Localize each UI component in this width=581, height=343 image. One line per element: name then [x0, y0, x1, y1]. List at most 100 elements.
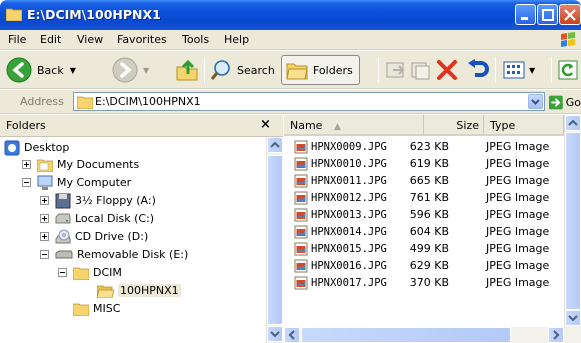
chevron-down-icon[interactable]: ▼ [529, 66, 535, 75]
file-row[interactable]: HPNX0017.JPG 370 KB JPEG Image [284, 275, 564, 291]
folders-pane-header: Folders × [0, 115, 283, 137]
close-icon [564, 9, 576, 21]
expand-toggle[interactable] [40, 196, 49, 205]
column-header-type[interactable]: Type [484, 115, 564, 136]
back-button[interactable]: Back ▼ [6, 54, 76, 86]
sort-ascending-icon: ▲ [333, 122, 341, 132]
hard-disk-icon [55, 213, 71, 223]
address-value: E:\DCIM\100HPNX1 [95, 95, 201, 108]
refresh-button[interactable] [558, 54, 578, 86]
collapse-toggle[interactable] [22, 178, 31, 187]
files-horizontal-scrollbar[interactable] [284, 327, 581, 343]
address-label: Address [20, 95, 64, 108]
file-row[interactable]: HPNX0010.JPG 619 KB JPEG Image [284, 156, 564, 172]
menu-edit[interactable]: Edit [40, 33, 61, 46]
move-to-button[interactable] [385, 54, 407, 86]
tree-item-my-computer[interactable]: My Computer [37, 174, 131, 191]
tree-item-100hpnx1[interactable]: 100HPNX1 [97, 282, 181, 299]
tree-label: My Computer [57, 176, 132, 189]
scroll-thumb[interactable] [267, 155, 283, 325]
tree-item-removable-disk[interactable]: Removable Disk (E:) [55, 246, 188, 263]
file-row[interactable]: HPNX0012.JPG 761 KB JPEG Image [284, 190, 564, 206]
file-size: 370 KB [409, 276, 449, 289]
scroll-left-button[interactable] [284, 327, 300, 343]
tree-item-cd-drive[interactable]: CD Drive (D:) [55, 228, 148, 245]
menu-view[interactable]: View [77, 33, 103, 46]
file-size: 604 KB [409, 225, 449, 238]
scroll-up-button[interactable] [565, 115, 581, 131]
expand-toggle[interactable] [40, 232, 49, 241]
maximize-button[interactable] [537, 4, 558, 25]
file-name-cell: HPNX0014.JPG [294, 225, 387, 239]
chevron-down-icon [531, 99, 540, 105]
scroll-up-button[interactable] [267, 137, 283, 153]
file-name: HPNX0016.JPG [311, 260, 387, 272]
address-dropdown-button[interactable] [528, 94, 543, 109]
chevron-down-icon[interactable]: ▼ [143, 66, 149, 75]
address-input[interactable]: E:\DCIM\100HPNX1 [73, 92, 545, 111]
scroll-thumb[interactable] [565, 132, 581, 310]
column-header-name[interactable]: Name ▲ [284, 115, 424, 136]
up-folder-button[interactable] [175, 54, 199, 86]
title-bar[interactable]: E:\DCIM\100HPNX1 [0, 0, 581, 30]
forward-button[interactable]: ▼ [112, 54, 149, 86]
address-bar: Address E:\DCIM\100HPNX1 Go [0, 90, 581, 114]
close-button[interactable] [559, 4, 581, 25]
collapse-toggle[interactable] [58, 268, 67, 277]
tree-item-misc[interactable]: MISC [73, 300, 120, 317]
file-row[interactable]: HPNX0016.JPG 629 KB JPEG Image [284, 258, 564, 274]
files-vertical-scrollbar[interactable] [564, 115, 581, 327]
tree-item-local-disk[interactable]: Local Disk (C:) [55, 210, 154, 227]
window-title: E:\DCIM\100HPNX1 [27, 7, 161, 22]
jpeg-file-icon [294, 140, 308, 154]
scroll-right-button[interactable] [548, 327, 564, 343]
removable-disk-icon [55, 250, 73, 258]
expand-toggle[interactable] [22, 160, 31, 169]
file-row[interactable]: HPNX0013.JPG 596 KB JPEG Image [284, 207, 564, 223]
menu-tools[interactable]: Tools [182, 33, 209, 46]
views-button[interactable]: ▼ [503, 54, 535, 86]
copy-to-icon [411, 62, 430, 80]
tree-item-dcim[interactable]: DCIM [73, 264, 122, 281]
jpeg-file-icon [294, 259, 308, 273]
collapse-toggle[interactable] [40, 250, 49, 259]
tree-item-my-documents[interactable]: My Documents [37, 156, 139, 173]
folder-icon [73, 267, 89, 280]
file-row[interactable]: HPNX0009.JPG 623 KB JPEG Image [284, 139, 564, 155]
scroll-thumb[interactable] [301, 327, 511, 343]
file-size: 619 KB [409, 157, 449, 170]
expand-toggle[interactable] [40, 214, 49, 223]
search-button[interactable]: Search [210, 54, 275, 86]
delete-button[interactable] [436, 54, 458, 86]
scroll-down-button[interactable] [267, 326, 283, 342]
column-header-size[interactable]: Size [424, 115, 484, 136]
file-row[interactable]: HPNX0015.JPG 499 KB JPEG Image [284, 241, 564, 257]
minimize-button[interactable] [515, 4, 536, 25]
file-name-cell: HPNX0009.JPG [294, 140, 387, 154]
column-size-label: Size [456, 119, 479, 132]
copy-to-button[interactable] [410, 54, 432, 86]
close-folders-pane-icon[interactable]: × [260, 117, 271, 132]
jpeg-file-icon [294, 242, 308, 256]
folder-icon [6, 8, 22, 21]
go-button[interactable]: Go [549, 92, 581, 112]
file-name: HPNX0017.JPG [311, 277, 387, 289]
folders-vertical-scrollbar[interactable] [266, 137, 283, 343]
menu-help[interactable]: Help [224, 33, 249, 46]
tree-item-desktop[interactable]: Desktop [4, 139, 69, 156]
menu-file[interactable]: File [8, 33, 26, 46]
jpeg-file-icon [294, 191, 308, 205]
file-row[interactable]: HPNX0011.JPG 665 KB JPEG Image [284, 173, 564, 189]
tree-label: Removable Disk (E:) [77, 248, 189, 261]
file-row[interactable]: HPNX0014.JPG 604 KB JPEG Image [284, 224, 564, 240]
file-size: 499 KB [409, 242, 449, 255]
undo-button[interactable] [465, 54, 489, 86]
chevron-down-icon[interactable]: ▼ [70, 66, 76, 75]
menu-favorites[interactable]: Favorites [117, 33, 167, 46]
tree-item-floppy[interactable]: 3½ Floppy (A:) [55, 192, 156, 209]
scroll-down-button[interactable] [565, 310, 581, 326]
folders-button[interactable]: Folders [281, 55, 360, 85]
delete-x-icon [437, 60, 457, 80]
windows-logo-icon [561, 32, 575, 47]
chevron-up-icon [270, 141, 280, 148]
